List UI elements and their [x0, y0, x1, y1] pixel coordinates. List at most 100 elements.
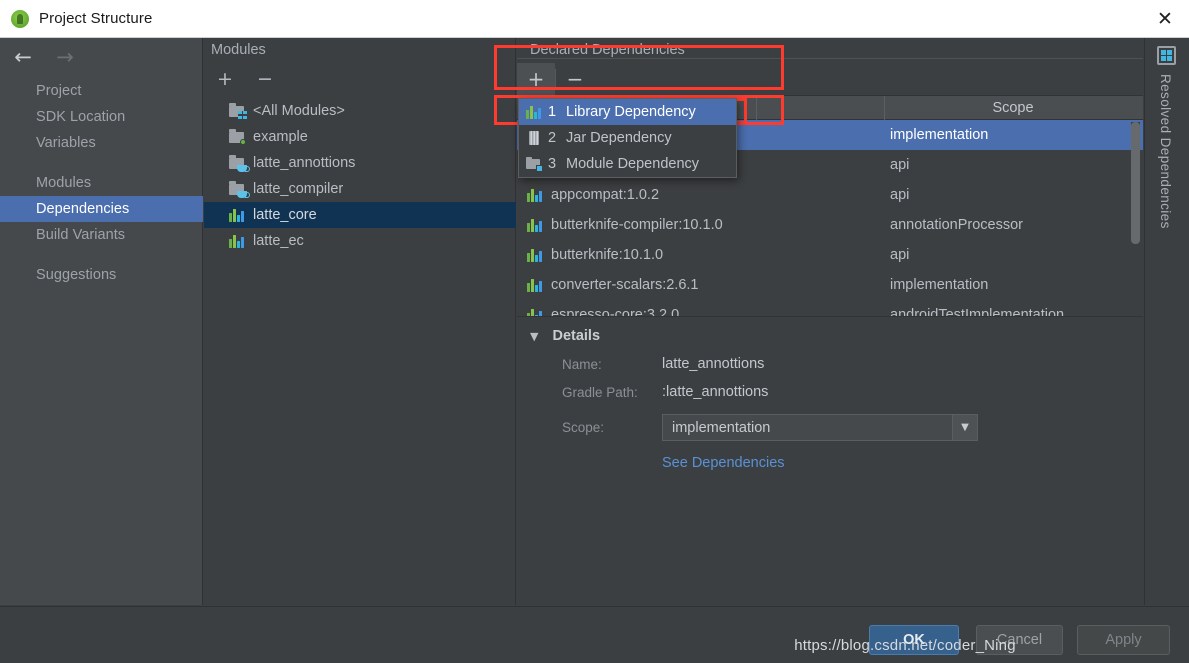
module-row-latte-compiler[interactable]: latte_compiler	[204, 176, 516, 202]
sidebar-item-dependencies[interactable]: Dependencies	[0, 196, 203, 222]
table-row[interactable]: butterknife:10.1.0 api	[517, 240, 1143, 270]
library-dependency-icon	[526, 105, 542, 119]
table-row[interactable]: converter-scalars:2.6.1 implementation	[517, 270, 1143, 300]
module-label: latte_ec	[253, 233, 304, 249]
watermark-text: https://blog.csdn.net/coder_Ning	[794, 637, 1016, 654]
android-library-icon	[229, 234, 245, 248]
back-arrow-icon[interactable]: ←	[8, 44, 38, 70]
folder-android-app-icon	[229, 129, 246, 145]
android-library-icon	[229, 208, 245, 222]
menu-item-library-dependency[interactable]: 1 Library Dependency	[519, 99, 736, 125]
menu-item-jar-dependency[interactable]: 2 Jar Dependency	[519, 125, 736, 151]
dependency-scope: implementation	[890, 277, 989, 293]
close-icon[interactable]: ✕	[1141, 0, 1189, 37]
library-icon	[527, 308, 543, 316]
dependency-scope: api	[890, 247, 910, 263]
details-gradle-path-row: Gradle Path: :latte_annottions	[517, 384, 1143, 400]
module-row-latte-annottions[interactable]: latte_annottions	[204, 150, 516, 176]
module-row-latte-ec[interactable]: latte_ec	[204, 228, 516, 254]
folder-java-library-icon	[229, 155, 250, 172]
android-studio-icon	[11, 9, 29, 28]
sidebar-item-project[interactable]: Project	[0, 78, 203, 104]
sidebar-nav-list: Project SDK Location Variables Modules D…	[0, 78, 203, 288]
dependency-scope: api	[890, 187, 910, 203]
resolved-dependencies-icon	[1157, 46, 1176, 65]
left-sidebar: ← → Project SDK Location Variables Modul…	[0, 38, 203, 605]
remove-module-button[interactable]: −	[254, 68, 276, 90]
scrollbar-thumb[interactable]	[1131, 122, 1140, 244]
details-section: ▼ Details Name: latte_annottions Gradle …	[517, 328, 1143, 471]
remove-dependency-button[interactable]: −	[556, 63, 594, 96]
details-scope-row: Scope: implementation ▼	[517, 414, 1143, 441]
sidebar-item-build-variants[interactable]: Build Variants	[0, 222, 203, 248]
dependency-scope: annotationProcessor	[890, 217, 1023, 233]
table-bottom-border	[517, 316, 1143, 317]
dependency-name: appcompat:1.0.2	[551, 187, 660, 203]
chevron-down-icon[interactable]: ▼	[952, 415, 977, 440]
apply-button[interactable]: Apply	[1077, 625, 1170, 655]
dependencies-toolbar: + −	[517, 62, 1143, 96]
library-icon	[527, 248, 543, 262]
table-row[interactable]: espresso-core:3.2.0 androidTestImplement…	[517, 300, 1143, 316]
folder-all-modules-icon	[229, 103, 247, 120]
chevron-down-icon[interactable]: ▼	[530, 330, 538, 343]
menu-item-number: 1	[548, 104, 557, 120]
sidebar-item-modules[interactable]: Modules	[0, 170, 203, 196]
dependency-scope: implementation	[890, 127, 989, 143]
details-name-row: Name: latte_annottions	[517, 356, 1143, 372]
module-dependency-icon	[526, 156, 543, 172]
table-row[interactable]: butterknife-compiler:10.1.0 annotationPr…	[517, 210, 1143, 240]
module-row-example[interactable]: example	[204, 124, 516, 150]
gradle-path-label: Gradle Path:	[562, 384, 638, 400]
table-row[interactable]: appcompat:1.0.2 api	[517, 180, 1143, 210]
dependency-name: espresso-core:3.2.0	[551, 307, 680, 316]
library-icon	[527, 218, 543, 232]
dependency-name: butterknife:10.1.0	[551, 247, 664, 263]
menu-item-label: Module Dependency	[566, 156, 700, 172]
column-header-scope[interactable]: Scope	[885, 96, 1141, 120]
scope-select[interactable]: implementation ▼	[662, 414, 978, 441]
module-label: latte_annottions	[253, 155, 356, 171]
add-dependency-menu[interactable]: 1 Library Dependency 2 Jar Dependency 3 …	[518, 98, 737, 178]
details-header[interactable]: ▼ Details	[517, 328, 1143, 344]
sidebar-item-variables[interactable]: Variables	[0, 130, 203, 156]
folder-java-library-icon	[229, 181, 250, 198]
menu-item-module-dependency[interactable]: 3 Module Dependency	[519, 151, 736, 177]
forward-arrow-icon[interactable]: →	[50, 44, 80, 70]
module-row-all-modules[interactable]: <All Modules>	[204, 98, 516, 124]
sidebar-divider	[0, 156, 203, 170]
column-header-spacer[interactable]	[757, 95, 885, 120]
panel-divider	[517, 58, 1143, 59]
declared-dependencies-title: Declared Dependencies	[530, 42, 685, 58]
jar-dependency-icon	[529, 131, 539, 145]
navigation-arrows: ← →	[8, 44, 80, 70]
sidebar-item-sdk-location[interactable]: SDK Location	[0, 104, 203, 130]
module-label: example	[253, 129, 308, 145]
scope-selected-value: implementation	[672, 419, 771, 436]
add-module-button[interactable]: +	[214, 68, 236, 90]
resolved-dependencies-tab[interactable]: Resolved Dependencies	[1144, 38, 1189, 605]
resolved-dependencies-label: Resolved Dependencies	[1158, 74, 1173, 229]
dependency-scope: androidTestImplementation	[890, 307, 1065, 316]
module-label: latte_core	[253, 207, 317, 223]
sidebar-divider-2	[0, 248, 203, 262]
name-value: latte_annottions	[662, 356, 765, 372]
sidebar-item-suggestions[interactable]: Suggestions	[0, 262, 203, 288]
dependencies-scrollbar[interactable]	[1131, 122, 1140, 314]
modules-panel: Modules + − <All Modules> example latte_…	[204, 38, 516, 605]
modules-list: <All Modules> example latte_annottions l…	[204, 98, 516, 254]
title-bar: Project Structure ✕	[0, 0, 1189, 38]
menu-item-number: 3	[548, 156, 557, 172]
see-dependencies-link[interactable]: See Dependencies	[517, 455, 1143, 471]
add-dependency-button[interactable]: +	[517, 62, 555, 96]
module-row-latte-core[interactable]: latte_core	[204, 202, 516, 228]
scope-label: Scope:	[562, 420, 605, 435]
details-heading: Details	[552, 328, 601, 344]
gradle-path-value: :latte_annottions	[662, 384, 769, 400]
project-structure-dialog: Project Structure ✕ ← → Project SDK Loca…	[0, 0, 1189, 663]
menu-item-number: 2	[548, 130, 557, 146]
dialog-footer: OK Cancel Apply	[0, 606, 1189, 663]
dependency-scope: api	[890, 157, 910, 173]
library-icon	[527, 188, 543, 202]
module-label: <All Modules>	[253, 103, 345, 119]
